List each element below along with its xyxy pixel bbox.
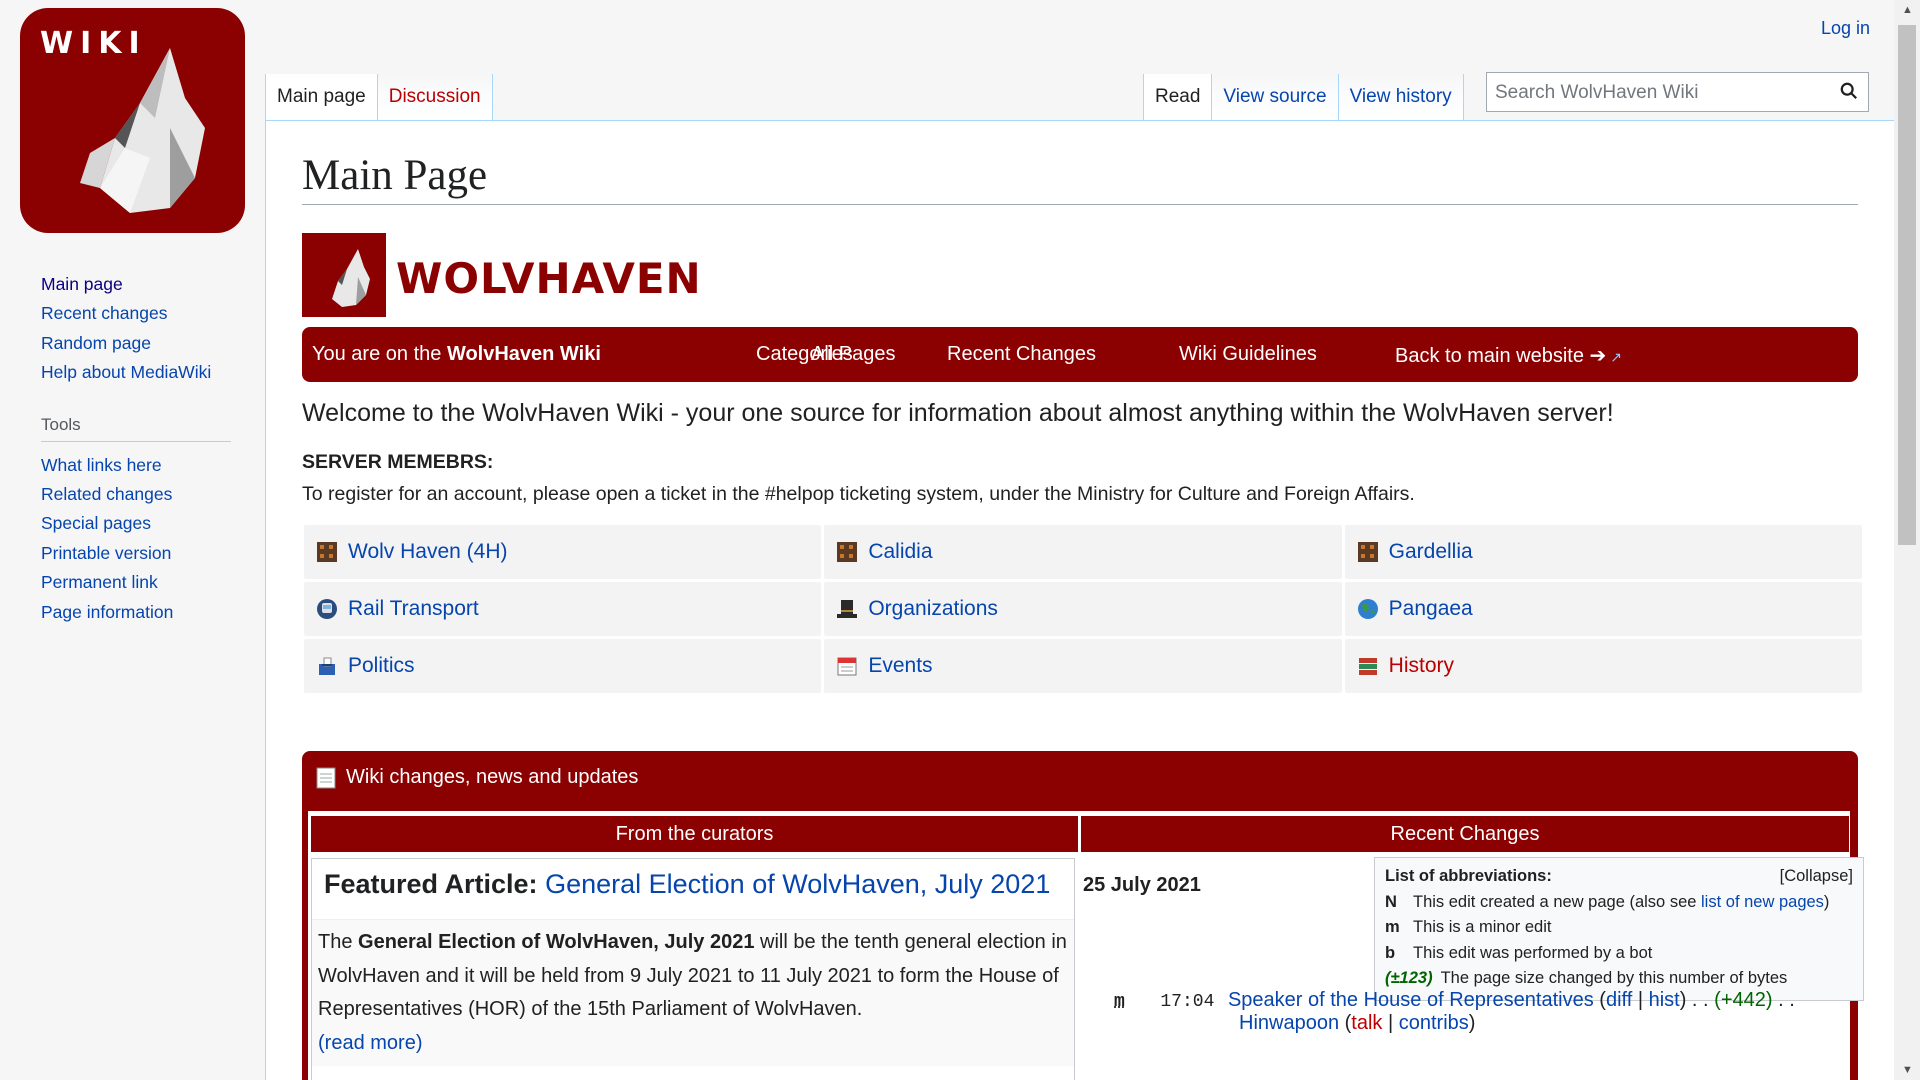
list-of-new-pages-link[interactable]: list of new pages [1701,893,1824,911]
sidebar-item-help[interactable]: Help about MediaWiki [41,358,265,387]
scroll-down-icon[interactable]: ▼ [1902,1064,1913,1076]
abbreviations-title: List of abbreviations: [1385,867,1552,885]
tab-read[interactable]: Read [1143,74,1213,121]
wolvhaven-logo [302,233,386,317]
wolf-logo-icon [80,48,205,213]
changed-page-link[interactable]: Speaker of the House of Representatives [1228,989,1594,1011]
wiki-navbar: You are on the WolvHaven Wiki Categories… [302,327,1858,382]
tab-view-history[interactable]: View history [1338,74,1464,121]
page-scrollbar[interactable]: ▲ ▼ [1894,0,1920,1080]
featured-title: Featured Article: General Election of Wo… [324,869,1051,899]
book-icon [1358,658,1377,675]
minor-edit-flag: m [1114,992,1125,1012]
recent-changes-date: 25 July 2021 [1083,874,1201,896]
tab-discussion[interactable]: Discussion [377,74,493,121]
navbar-intro: You are on the WolvHaven Wiki [312,343,601,365]
scroll-thumb[interactable] [1898,25,1916,545]
search-placeholder: Search WolvHaven Wiki [1495,82,1699,103]
sidebar-item-special-pages[interactable]: Special pages [41,509,265,538]
city-icon [837,542,858,562]
namespace-tabs: Main page Discussion [265,74,493,121]
portal-organizations[interactable]: Organizations [824,582,1342,636]
portal-events[interactable]: Events [824,639,1342,693]
wolvhaven-wordmark: WOLVHAVEN [396,254,702,303]
portal-calidia[interactable]: Calidia [824,525,1342,579]
city-icon [1357,542,1378,562]
login-link[interactable]: Log in [1821,18,1870,39]
curators-heading: From the curators [311,816,1078,852]
notepad-icon [316,767,336,788]
size-change: (+442) [1714,989,1773,1011]
sidebar: Main page Recent changes Random page Hel… [0,270,265,627]
user-talk-link[interactable]: talk [1351,1012,1382,1034]
sidebar-item-main-page[interactable]: Main page [41,270,265,299]
sidebar-item-recent-changes[interactable]: Recent changes [41,299,265,328]
sidebar-item-related-changes[interactable]: Related changes [41,480,265,509]
news-body: From the curators Recent Changes Feature… [308,811,1864,1080]
portal-gardellia[interactable]: Gardellia [1344,525,1862,579]
tab-view-source[interactable]: View source [1212,74,1339,121]
edit-time: 17:04 [1160,992,1215,1012]
welcome-text: Welcome to the WolvHaven Wiki - your one… [302,399,1614,427]
tools-list: What links here Related changes Special … [0,451,265,627]
view-tabs: Read View source View history [1143,74,1464,121]
navbar-all-pages-link[interactable]: All Pages [811,343,896,366]
sidebar-item-permanent-link[interactable]: Permanent link [41,568,265,597]
globe-icon [1357,599,1378,619]
featured-article: Featured Article: General Election of Wo… [311,858,1075,1080]
register-text: To register for an account, please open … [302,483,1415,505]
train-icon [317,599,337,619]
content-area: Main Page WOLVHAVEN You are on the WolvH… [265,120,1895,1080]
user-link[interactable]: Hinwapoon [1239,1012,1339,1034]
portal-politics[interactable]: Politics [304,639,822,693]
abbr-bot-edit: b This edit was performed by a bot [1385,943,1653,962]
recent-change-entry: m 17:04 Speaker of the House of Represen… [1114,989,1795,1034]
recent-changes-heading: Recent Changes [1081,816,1849,852]
user-contribs-link[interactable]: contribs [1399,1012,1469,1034]
wiki-logo[interactable]: WIKI [20,8,245,233]
portal-pangaea[interactable]: Pangaea [1344,582,1862,636]
portal-wolv-haven[interactable]: Wolv Haven (4H) [304,525,822,579]
navigation-list: Main page Recent changes Random page Hel… [0,270,265,388]
news-heading: Wiki changes, news and updates [316,766,638,789]
navbar-guidelines-link[interactable]: Wiki Guidelines [1179,343,1317,366]
scroll-up-icon[interactable]: ▲ [1902,4,1913,16]
navbar-main-website-link[interactable]: Back to main website ➔ ↗ [1395,343,1622,368]
featured-summary: The General Election of WolvHaven, July … [312,919,1074,1066]
hat-icon [837,600,858,618]
hist-link[interactable]: hist [1649,989,1680,1011]
sidebar-item-printable-version[interactable]: Printable version [41,539,265,568]
tab-main-page[interactable]: Main page [265,74,378,121]
sidebar-item-page-information[interactable]: Page information [41,598,265,627]
diff-link[interactable]: diff [1606,989,1632,1011]
news-panel: Wiki changes, news and updates From the … [302,751,1864,1080]
abbreviations-box: List of abbreviations: [Collapse] N This… [1374,857,1864,1001]
calendar-icon [837,657,857,676]
members-heading: SERVER MEMEBRS: [302,451,494,473]
external-link-icon: ↗ [1610,349,1623,365]
featured-article-link[interactable]: General Election of WolvHaven, July 2021 [545,869,1050,899]
portal-history[interactable]: History [1344,639,1862,693]
abbr-size-change: (±123) The page size changed by this num… [1385,969,1788,987]
portal-grid: Wolv Haven (4H) Calidia Gardellia Rail T… [304,525,1862,693]
city-icon [317,542,337,562]
wolf-emblem-icon [332,249,370,307]
abbr-new-page: N This edit created a new page (also see… [1385,892,1830,911]
page-title: Main Page [302,151,1858,205]
tools-heading: Tools [41,415,231,442]
sidebar-item-random-page[interactable]: Random page [41,329,265,358]
portal-rail-transport[interactable]: Rail Transport [304,582,822,636]
abbr-minor-edit: m This is a minor edit [1385,918,1552,936]
collapse-toggle[interactable]: [Collapse] [1780,864,1853,890]
sidebar-item-what-links-here[interactable]: What links here [41,451,265,480]
read-more-link[interactable]: (read more) [318,1032,422,1054]
search-icon[interactable] [1840,82,1858,100]
ballot-box-icon [319,657,335,675]
navbar-recent-changes-link[interactable]: Recent Changes [947,343,1096,366]
search-input[interactable]: Search WolvHaven Wiki [1486,72,1869,112]
